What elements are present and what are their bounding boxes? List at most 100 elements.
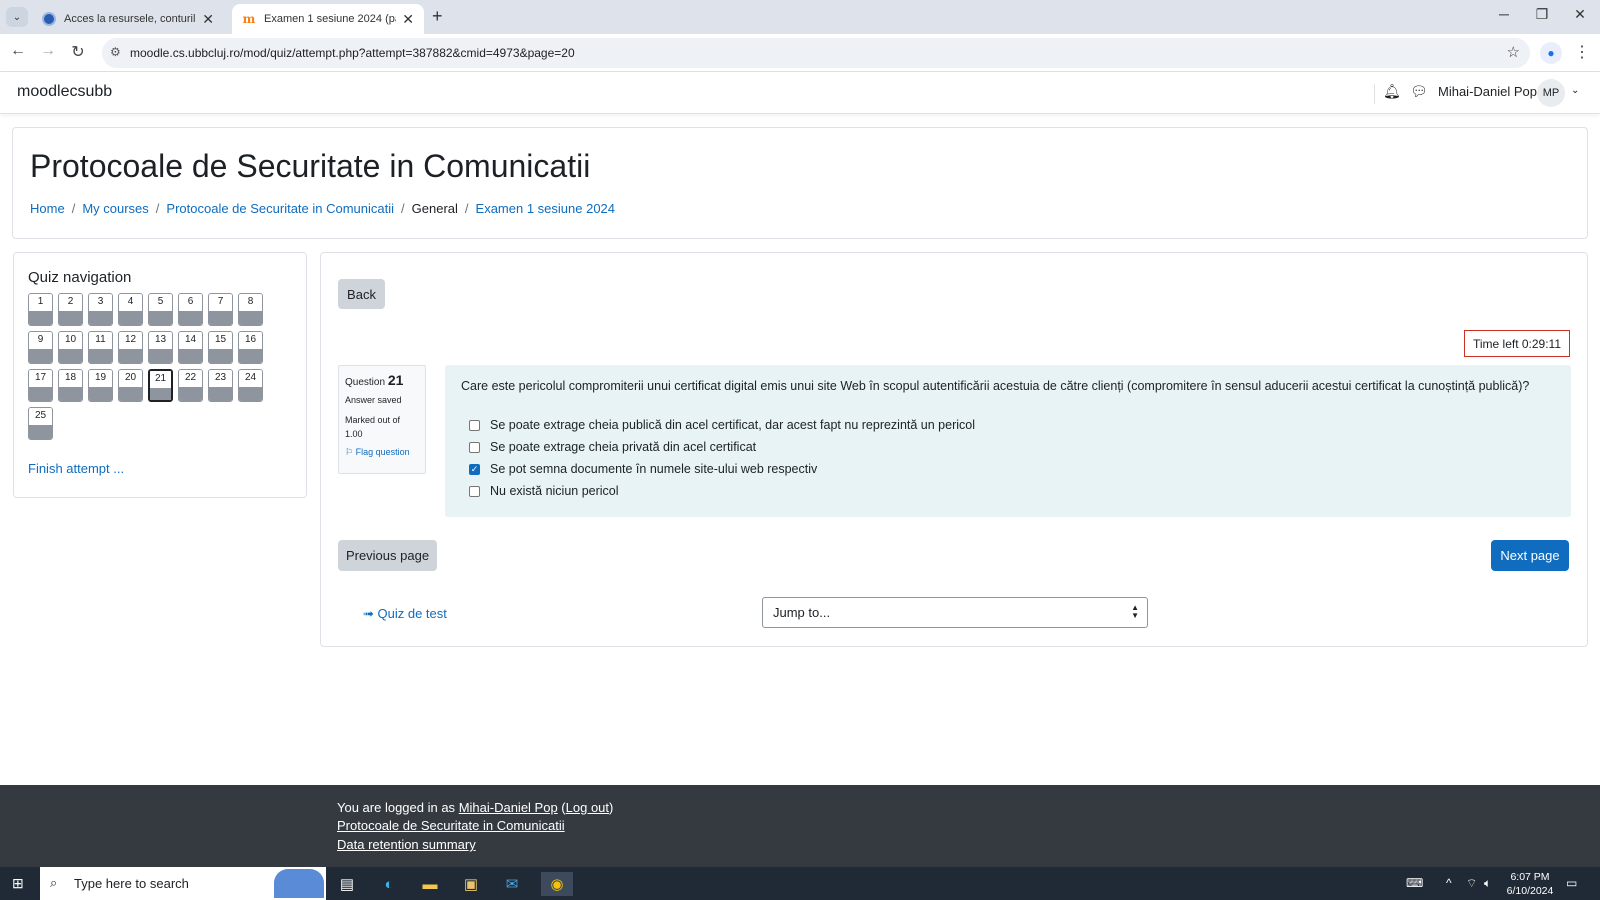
browser-menu-icon[interactable]: ⋮ — [1574, 42, 1590, 62]
notifications-bell-icon[interactable]: 🔔︎ — [1383, 83, 1401, 100]
answer-checkbox[interactable] — [469, 485, 480, 497]
flag-question-link[interactable]: ⚐ Flag question — [345, 447, 419, 458]
question-button-2[interactable]: 2 — [58, 293, 83, 326]
jump-to-select[interactable]: Jump to... ▲ ▼ — [762, 597, 1148, 628]
minimize-icon[interactable]: ─ — [1494, 6, 1514, 22]
data-retention-link[interactable]: Data retention summary — [337, 837, 476, 852]
footer-retention-row: Data retention summary — [337, 837, 476, 852]
back-button[interactable]: Back — [338, 279, 385, 309]
answer-option-1[interactable]: Se poate extrage cheia publică din acel … — [469, 418, 975, 432]
question-button-17[interactable]: 17 — [28, 369, 53, 402]
breadcrumb-my-courses[interactable]: My courses — [82, 201, 148, 216]
question-button-25[interactable]: 25 — [28, 407, 53, 440]
forward-arrow-icon[interactable]: → — [38, 42, 58, 60]
finish-attempt-link[interactable]: Finish attempt ... — [28, 461, 124, 476]
footer-user-link[interactable]: Mihai-Daniel Pop — [459, 800, 558, 815]
answer-label[interactable]: Se poate extrage cheia privată din acel … — [490, 440, 756, 454]
question-button-10[interactable]: 10 — [58, 331, 83, 364]
question-button-18[interactable]: 18 — [58, 369, 83, 402]
user-name[interactable]: Mihai-Daniel Pop — [1438, 84, 1537, 99]
chevron-down-icon[interactable]: ⌄ — [1571, 85, 1579, 96]
reload-icon[interactable]: ↻ — [68, 42, 88, 62]
network-icon[interactable]: ⌔ — [1466, 876, 1477, 891]
question-status-fill — [239, 349, 262, 363]
breadcrumb-home[interactable]: Home — [30, 201, 65, 216]
mail-icon[interactable]: ✉ — [500, 872, 524, 896]
header-divider — [1374, 84, 1375, 104]
restore-icon[interactable]: ❐ — [1532, 6, 1552, 23]
question-button-1[interactable]: 1 — [28, 293, 53, 326]
question-button-7[interactable]: 7 — [208, 293, 233, 326]
answer-label[interactable]: Se poate extrage cheia publică din acel … — [490, 418, 975, 432]
question-button-6[interactable]: 6 — [178, 293, 203, 326]
browser-tab-1[interactable]: Acces la resursele, conturile și s ✕ — [32, 4, 224, 34]
question-button-number: 23 — [209, 370, 232, 387]
answer-label[interactable]: Se pot semna documente în numele site-ul… — [490, 462, 817, 476]
question-status-fill — [29, 387, 52, 401]
back-arrow-icon[interactable]: ← — [8, 42, 28, 60]
flag-icon: ⚐ — [345, 447, 354, 457]
question-button-9[interactable]: 9 — [28, 331, 53, 364]
question-button-21[interactable]: 21 — [148, 369, 173, 402]
keyboard-icon[interactable]: ⌨ — [1406, 876, 1423, 890]
answer-option-2[interactable]: Se poate extrage cheia privată din acel … — [469, 440, 756, 454]
taskbar-clock[interactable]: 6:07 PM 6/10/2024 — [1502, 870, 1558, 898]
question-button-3[interactable]: 3 — [88, 293, 113, 326]
browser-tab-2[interactable]: m Examen 1 sesiune 2024 (page 2 ✕ — [232, 4, 424, 34]
question-button-12[interactable]: 12 — [118, 331, 143, 364]
question-button-8[interactable]: 8 — [238, 293, 263, 326]
site-brand[interactable]: moodlecsubb — [17, 83, 112, 101]
breadcrumb-course[interactable]: Protocoale de Securitate in Comunicatii — [166, 201, 394, 216]
footer-course-link[interactable]: Protocoale de Securitate in Comunicatii — [337, 818, 565, 833]
next-page-button[interactable]: Next page — [1491, 540, 1569, 571]
bookmark-star-icon[interactable]: ☆ — [1507, 43, 1520, 61]
question-button-16[interactable]: 16 — [238, 331, 263, 364]
breadcrumb-quiz[interactable]: Examen 1 sesiune 2024 — [476, 201, 615, 216]
question-button-23[interactable]: 23 — [208, 369, 233, 402]
profile-icon[interactable]: ● — [1540, 42, 1562, 64]
question-button-5[interactable]: 5 — [148, 293, 173, 326]
windows-start-icon[interactable]: ⊞ — [12, 875, 24, 892]
new-tab-button[interactable]: + — [432, 6, 443, 27]
question-button-20[interactable]: 20 — [118, 369, 143, 402]
store-icon[interactable]: ▣ — [459, 872, 483, 896]
file-explorer-icon[interactable]: ▬ — [418, 872, 442, 896]
site-info-icon[interactable]: ⚙ — [110, 45, 121, 59]
answer-option-4[interactable]: Nu există niciun pericol — [469, 484, 619, 498]
previous-page-button[interactable]: Previous page — [338, 540, 437, 571]
volume-muted-icon[interactable]: 🔈︎ — [1484, 876, 1491, 891]
answer-option-3[interactable]: ✓ Se pot semna documente în numele site-… — [469, 462, 817, 476]
close-tab-icon[interactable]: ✕ — [202, 11, 214, 28]
question-button-19[interactable]: 19 — [88, 369, 113, 402]
breadcrumb-separator: / — [71, 201, 76, 216]
answer-checkbox[interactable] — [469, 419, 480, 431]
question-button-4[interactable]: 4 — [118, 293, 143, 326]
question-button-24[interactable]: 24 — [238, 369, 263, 402]
logout-link[interactable]: Log out — [566, 800, 609, 815]
previous-activity-link[interactable]: ➟ Quiz de test — [363, 606, 447, 622]
question-button-number: 21 — [150, 371, 171, 388]
question-status-fill — [119, 311, 142, 325]
messages-chat-icon[interactable]: 💬︎ — [1410, 83, 1428, 100]
question-button-11[interactable]: 11 — [88, 331, 113, 364]
address-bar[interactable]: ⚙ moodle.cs.ubbcluj.ro/mod/quiz/attempt.… — [102, 38, 1530, 68]
close-tab-icon[interactable]: ✕ — [402, 11, 414, 28]
close-window-icon[interactable]: ✕ — [1570, 6, 1590, 23]
taskbar-search[interactable]: ⌕ Type here to search — [40, 867, 326, 900]
answer-checkbox-checked[interactable]: ✓ — [469, 463, 480, 475]
question-button-15[interactable]: 15 — [208, 331, 233, 364]
question-button-13[interactable]: 13 — [148, 331, 173, 364]
chrome-icon[interactable]: ◉ — [541, 872, 573, 896]
answer-label[interactable]: Nu există niciun pericol — [490, 484, 619, 498]
avatar[interactable]: MP — [1537, 79, 1565, 107]
question-status-fill — [179, 387, 202, 401]
question-status-fill — [119, 387, 142, 401]
question-button-22[interactable]: 22 — [178, 369, 203, 402]
question-button-14[interactable]: 14 — [178, 331, 203, 364]
edge-browser-icon[interactable]: ◐ — [377, 872, 401, 896]
notifications-icon[interactable]: ▭ — [1566, 876, 1577, 890]
show-hidden-icons-chevron-icon[interactable]: ^ — [1446, 876, 1452, 890]
answer-checkbox[interactable] — [469, 441, 480, 453]
tab-search-button[interactable]: ⌄ — [6, 7, 28, 27]
task-view-icon[interactable]: ▤ — [335, 872, 359, 896]
